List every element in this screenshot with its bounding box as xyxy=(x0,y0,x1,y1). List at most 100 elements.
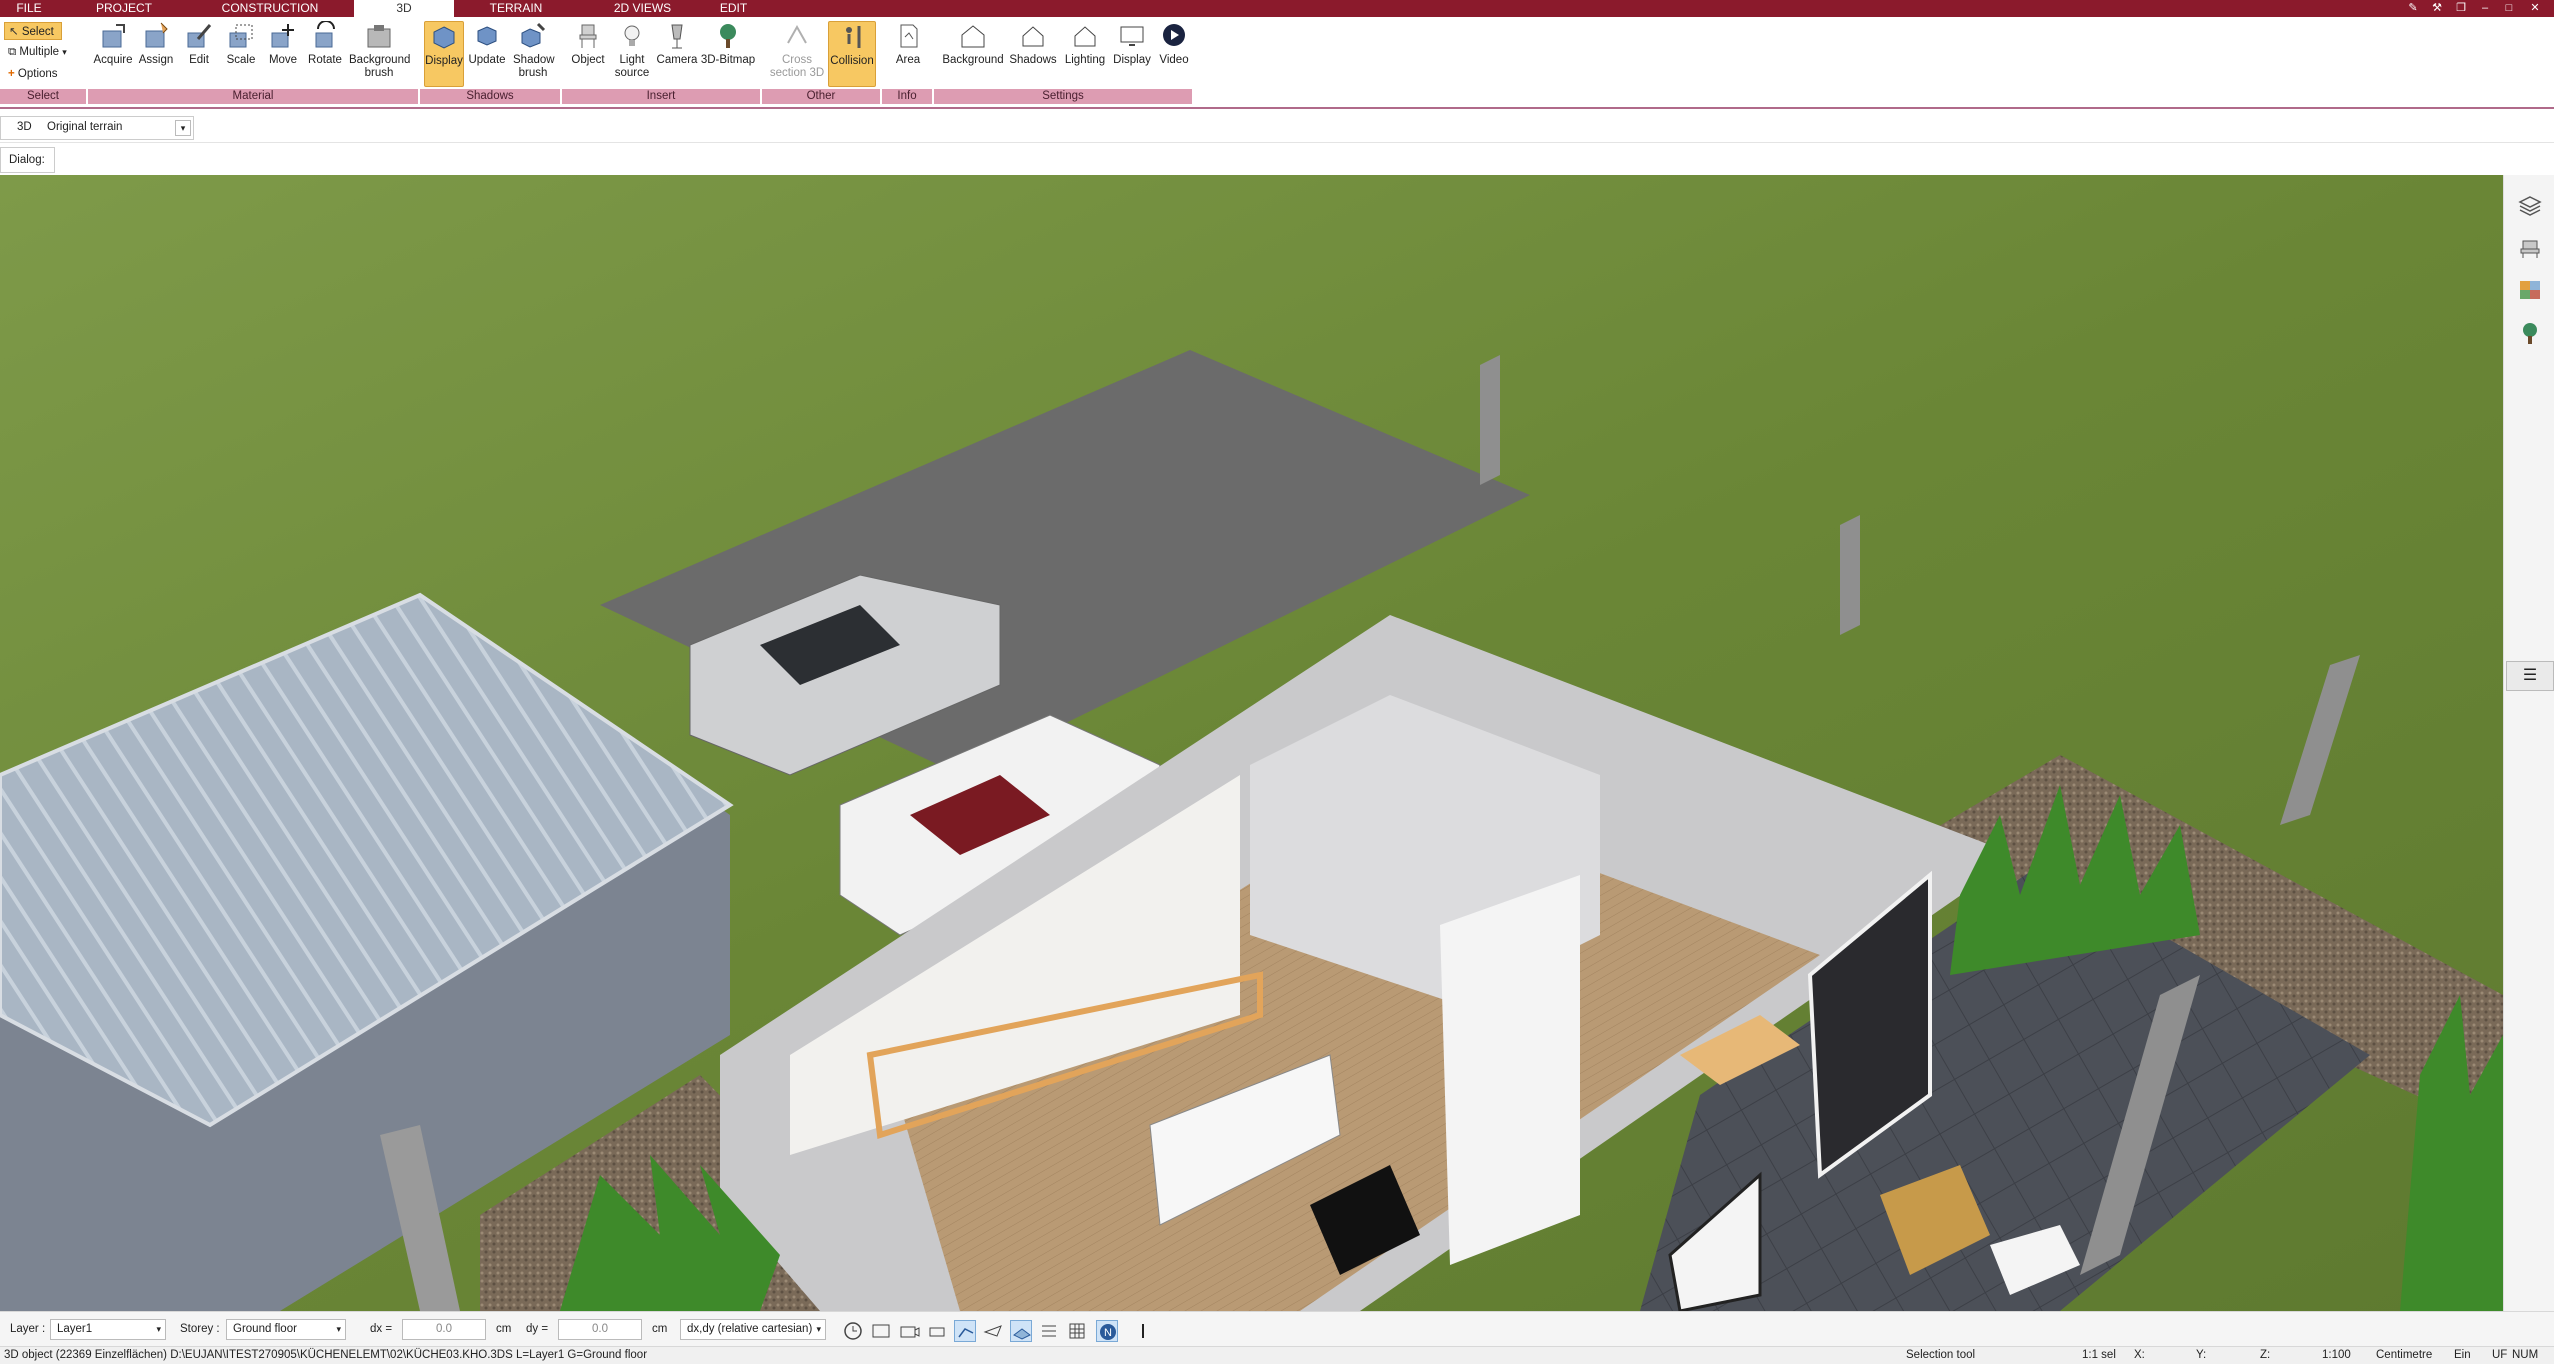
assign-icon xyxy=(145,22,168,48)
minimize-button[interactable]: – xyxy=(2476,1,2494,16)
assign-button[interactable]: Assign xyxy=(136,21,176,67)
brush-icon xyxy=(367,25,391,48)
coord-mode-value: dx,dy (relative cartesian) xyxy=(687,1323,813,1335)
acquire-button[interactable]: Acquire xyxy=(92,21,134,67)
list-icon[interactable] xyxy=(1038,1320,1060,1342)
fridge-unit xyxy=(1440,875,1580,1265)
insert-object-button[interactable]: Object xyxy=(568,21,608,67)
background-brush-label: Background brush xyxy=(349,54,411,79)
status-uf: UF xyxy=(2492,1349,2508,1361)
acquire-label: Acquire xyxy=(93,54,133,66)
monitor-icon xyxy=(1120,26,1144,46)
plants-icon[interactable] xyxy=(2518,321,2542,345)
view-toolbar: 3D Original terrain ▾ xyxy=(0,113,2554,143)
layer-label: Layer : xyxy=(10,1323,46,1335)
collision-label: Collision xyxy=(830,55,874,67)
tab-2d-views[interactable]: 2D VIEWS xyxy=(580,0,705,17)
tab-construction[interactable]: CONSTRUCTION xyxy=(190,0,350,17)
select-label: Select xyxy=(21,26,54,38)
post xyxy=(1480,355,1500,485)
update-icon xyxy=(477,26,497,46)
ribbon-tab-strip: FILE PROJECT CONSTRUCTION 3D TERRAIN 2D … xyxy=(0,0,2554,17)
move-button[interactable]: Move xyxy=(264,21,302,67)
3d-viewport[interactable] xyxy=(0,175,2503,1311)
cross-section-icon xyxy=(787,24,807,44)
tab-terrain[interactable]: TERRAIN xyxy=(456,0,576,17)
background-brush-button[interactable]: Background brush xyxy=(346,21,412,80)
edit-label: Edit xyxy=(189,54,209,66)
camera-view-icon[interactable] xyxy=(898,1320,920,1342)
shadows-display-label: Display xyxy=(425,55,463,67)
status-num: NUM xyxy=(2512,1349,2539,1361)
options-button[interactable]: + Options xyxy=(4,65,74,83)
furniture-icon[interactable] xyxy=(2518,237,2542,259)
pointer-icon: ↖ xyxy=(9,26,19,38)
settings-shadows-button[interactable]: Shadows xyxy=(1008,21,1058,67)
lighting-button[interactable]: Lighting xyxy=(1060,21,1110,67)
north-icon[interactable]: N xyxy=(1096,1320,1118,1342)
edit-material-button[interactable]: Edit xyxy=(180,21,218,67)
layer-select[interactable]: Layer1 ▾ xyxy=(50,1319,166,1340)
status-z: Z: xyxy=(2260,1349,2271,1361)
collision-icon xyxy=(846,26,861,48)
3d-bitmap-button[interactable]: 3D-Bitmap xyxy=(700,21,756,67)
dx-input[interactable]: 0.0 xyxy=(402,1319,486,1340)
clock-icon[interactable] xyxy=(842,1320,864,1342)
tab-file[interactable]: FILE xyxy=(0,0,58,17)
materials-icon[interactable] xyxy=(2518,279,2542,301)
area-button[interactable]: Area xyxy=(888,21,928,67)
shadow-brush-button[interactable]: Shadow brush xyxy=(510,21,556,80)
collision-button[interactable]: Collision xyxy=(828,21,876,87)
group-info: Info xyxy=(882,89,932,104)
print-icon[interactable] xyxy=(926,1320,948,1342)
fly-icon[interactable] xyxy=(982,1320,1004,1342)
status-x: X: xyxy=(2134,1349,2145,1361)
status-bar: 3D object (22369 Einzelflächen) D:\EUJAN… xyxy=(0,1346,2554,1364)
cross-section-3d-button[interactable]: Cross section 3D xyxy=(768,21,826,80)
maximize-button[interactable]: □ xyxy=(2500,1,2518,16)
multiple-button[interactable]: ⧉ Multiple ▾ xyxy=(4,43,84,61)
perspective-icon[interactable] xyxy=(1010,1320,1032,1342)
acquire-icon xyxy=(102,24,125,48)
wrench-icon[interactable]: ⚒ xyxy=(2428,1,2446,16)
video-button[interactable]: Video xyxy=(1156,21,1192,67)
coordinate-mode-select[interactable]: dx,dy (relative cartesian) ▾ xyxy=(680,1319,826,1340)
storey-label: Storey : xyxy=(180,1323,220,1335)
dy-input[interactable]: 0.0 xyxy=(558,1319,642,1340)
tab-edit[interactable]: EDIT xyxy=(706,0,761,17)
light-source-label: Light source xyxy=(614,54,650,79)
shadows-display-button[interactable]: Display xyxy=(424,21,464,87)
rotate-button[interactable]: Rotate xyxy=(304,21,346,67)
group-material: Material xyxy=(88,89,418,104)
post xyxy=(1840,515,1860,635)
camera-label: Camera xyxy=(656,54,698,66)
select-button[interactable]: ↖ Select xyxy=(4,22,62,40)
close-button[interactable]: ✕ xyxy=(2526,1,2544,16)
dy-unit: cm xyxy=(652,1323,668,1335)
scale-button[interactable]: Scale xyxy=(222,21,260,67)
3d-scene[interactable] xyxy=(0,175,2503,1311)
tab-3d[interactable]: 3D xyxy=(354,0,454,17)
storey-select[interactable]: Ground floor ▾ xyxy=(226,1319,346,1340)
light-source-button[interactable]: Light source xyxy=(610,21,654,80)
tab-project[interactable]: PROJECT xyxy=(64,0,184,17)
tools-icon[interactable]: ✎ xyxy=(2404,1,2422,16)
area-label: Area xyxy=(895,54,921,66)
restore-icon[interactable]: ❐ xyxy=(2452,1,2470,16)
terrain-selector[interactable]: 3D Original terrain ▾ xyxy=(0,116,194,140)
rotate-label: Rotate xyxy=(308,54,342,66)
walk-icon[interactable] xyxy=(954,1320,976,1342)
background-button[interactable]: Background xyxy=(940,21,1006,67)
update-button[interactable]: Update xyxy=(466,21,508,67)
house-shadow-icon xyxy=(1022,26,1044,47)
panel-toggle-icon[interactable]: ☰ xyxy=(2506,661,2554,691)
camera-button[interactable]: Camera xyxy=(656,21,698,67)
settings-display-button[interactable]: Display xyxy=(1110,21,1154,67)
snap-icon[interactable] xyxy=(870,1320,892,1342)
info-icon[interactable] xyxy=(1132,1320,1154,1342)
status-message: 3D object (22369 Einzelflächen) D:\EUJAN… xyxy=(4,1349,648,1361)
shadow-brush-icon xyxy=(521,22,546,48)
chevron-down-icon[interactable]: ▾ xyxy=(175,120,191,136)
grid-icon[interactable] xyxy=(1066,1320,1088,1342)
layers-icon[interactable] xyxy=(2518,195,2542,217)
